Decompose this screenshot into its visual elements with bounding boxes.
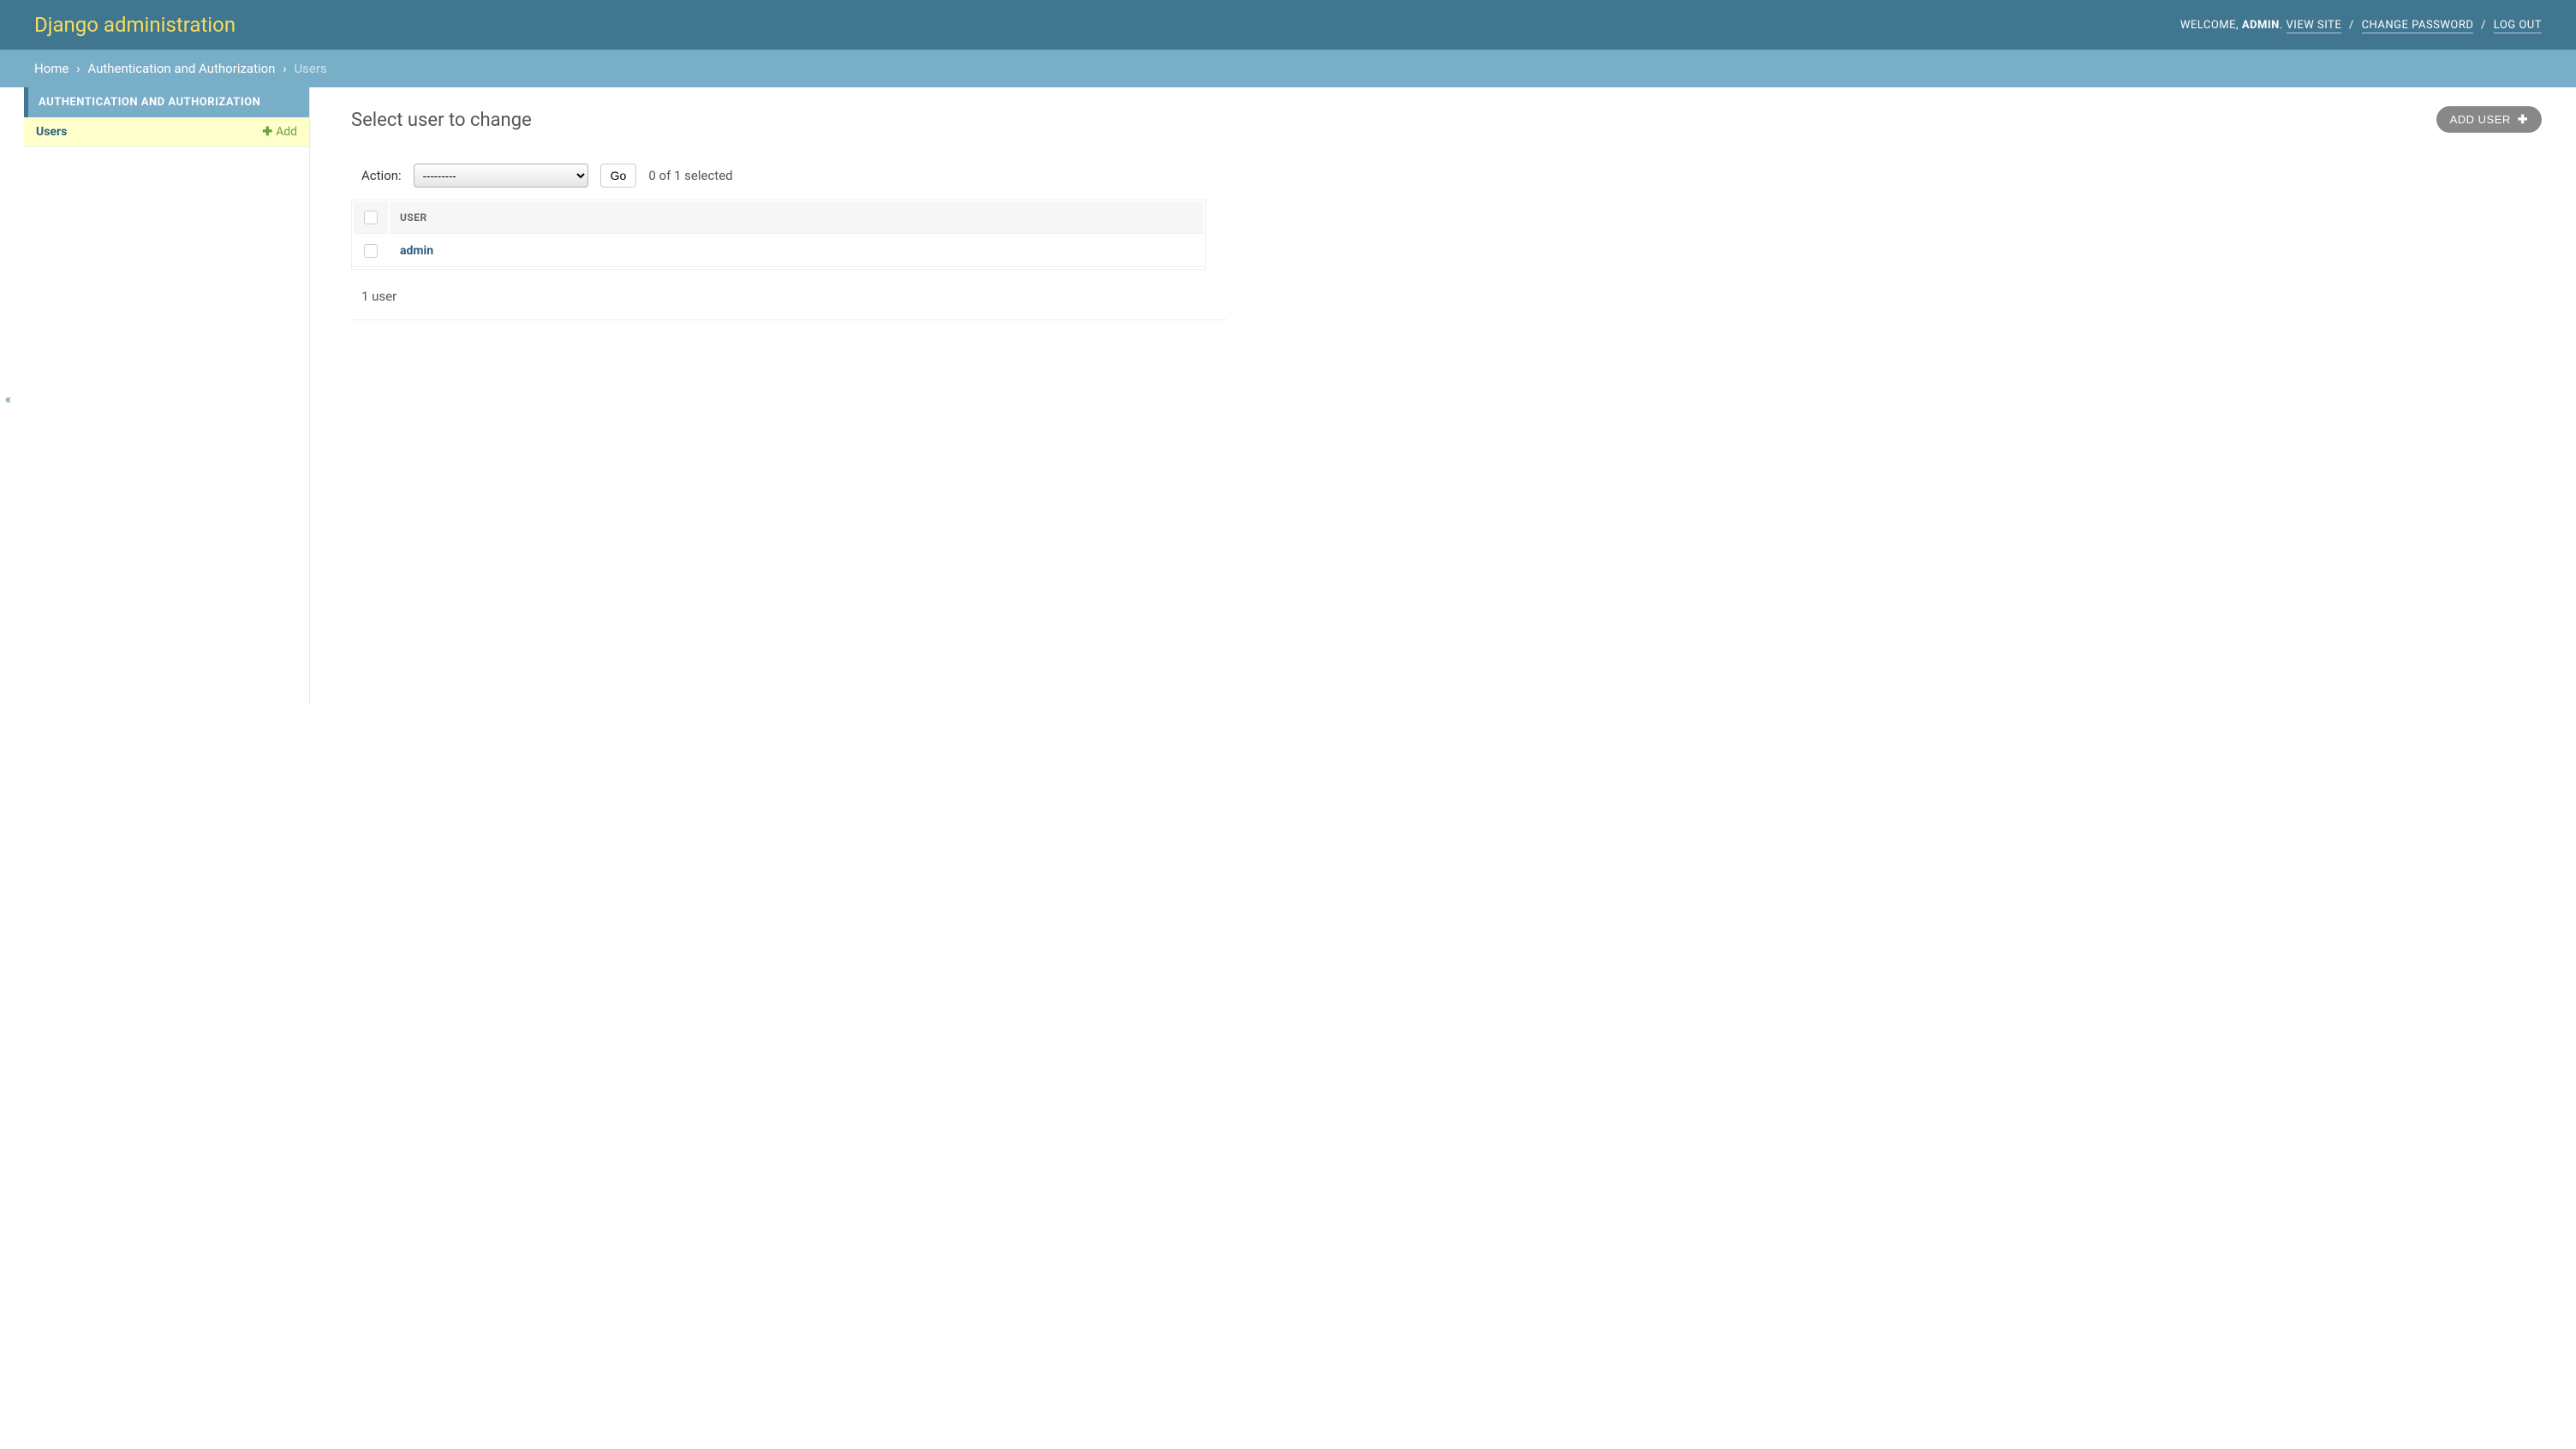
breadcrumb-app[interactable]: Authentication and Authorization — [87, 61, 275, 76]
logout-link[interactable]: LOG OUT — [2494, 19, 2542, 33]
action-select[interactable]: --------- — [414, 164, 588, 188]
sidebar-model-link-users[interactable]: Users — [36, 125, 67, 139]
object-tools: ADD USER ✚ — [2436, 106, 2542, 133]
breadcrumb-sep: › — [76, 61, 80, 76]
column-header-user[interactable]: USER — [390, 202, 1203, 234]
sidebar-add-label: Add — [276, 125, 297, 139]
user-tools: WELCOME, ADMIN. VIEW SITE / CHANGE PASSW… — [2180, 19, 2542, 32]
actions-bar: Action: --------- Go 0 of 1 selected — [351, 164, 2542, 188]
plus-icon: ✚ — [262, 126, 272, 138]
select-all-header — [354, 202, 388, 234]
paginator: 1 user — [351, 283, 1227, 320]
go-button[interactable]: Go — [600, 164, 637, 188]
breadcrumb: Home › Authentication and Authorization … — [0, 50, 2576, 87]
sidebar-app-caption[interactable]: AUTHENTICATION AND AUTHORIZATION — [24, 87, 309, 117]
plus-icon: ✚ — [2518, 112, 2528, 127]
add-user-button[interactable]: ADD USER ✚ — [2436, 106, 2542, 133]
sidebar-add-link-users[interactable]: ✚ Add — [262, 125, 297, 139]
selection-count: 0 of 1 selected — [648, 168, 732, 183]
sidebar-app-module: AUTHENTICATION AND AUTHORIZATION Users ✚… — [24, 87, 309, 147]
separator: / — [2481, 19, 2486, 32]
header: Django administration WELCOME, ADMIN. VI… — [0, 0, 2576, 50]
username: ADMIN — [2242, 19, 2280, 32]
breadcrumb-current: Users — [294, 61, 326, 76]
results-table: USER admin — [351, 200, 1206, 270]
toggle-sidebar-icon[interactable]: « — [5, 391, 19, 405]
separator: / — [2349, 19, 2354, 32]
action-label: Action: — [361, 168, 402, 183]
page-title: Select user to change — [351, 110, 532, 131]
select-all-checkbox[interactable] — [364, 211, 378, 224]
breadcrumb-home[interactable]: Home — [34, 61, 69, 76]
breadcrumb-sep: › — [283, 61, 287, 76]
site-title[interactable]: Django administration — [34, 13, 236, 37]
change-password-link[interactable]: CHANGE PASSWORD — [2362, 19, 2474, 33]
view-site-link[interactable]: VIEW SITE — [2287, 19, 2342, 33]
user-link-admin[interactable]: admin — [400, 244, 433, 258]
add-user-label: ADD USER — [2450, 113, 2511, 126]
row-checkbox[interactable] — [364, 244, 378, 258]
content-header: Select user to change ADD USER ✚ — [351, 104, 2542, 133]
welcome-text: WELCOME, — [2180, 19, 2239, 32]
sidebar-model-row-users: Users ✚ Add — [24, 117, 309, 147]
table-row: admin — [354, 236, 1203, 267]
content: Select user to change ADD USER ✚ Action:… — [310, 87, 2576, 704]
sidebar: AUTHENTICATION AND AUTHORIZATION Users ✚… — [24, 87, 310, 704]
